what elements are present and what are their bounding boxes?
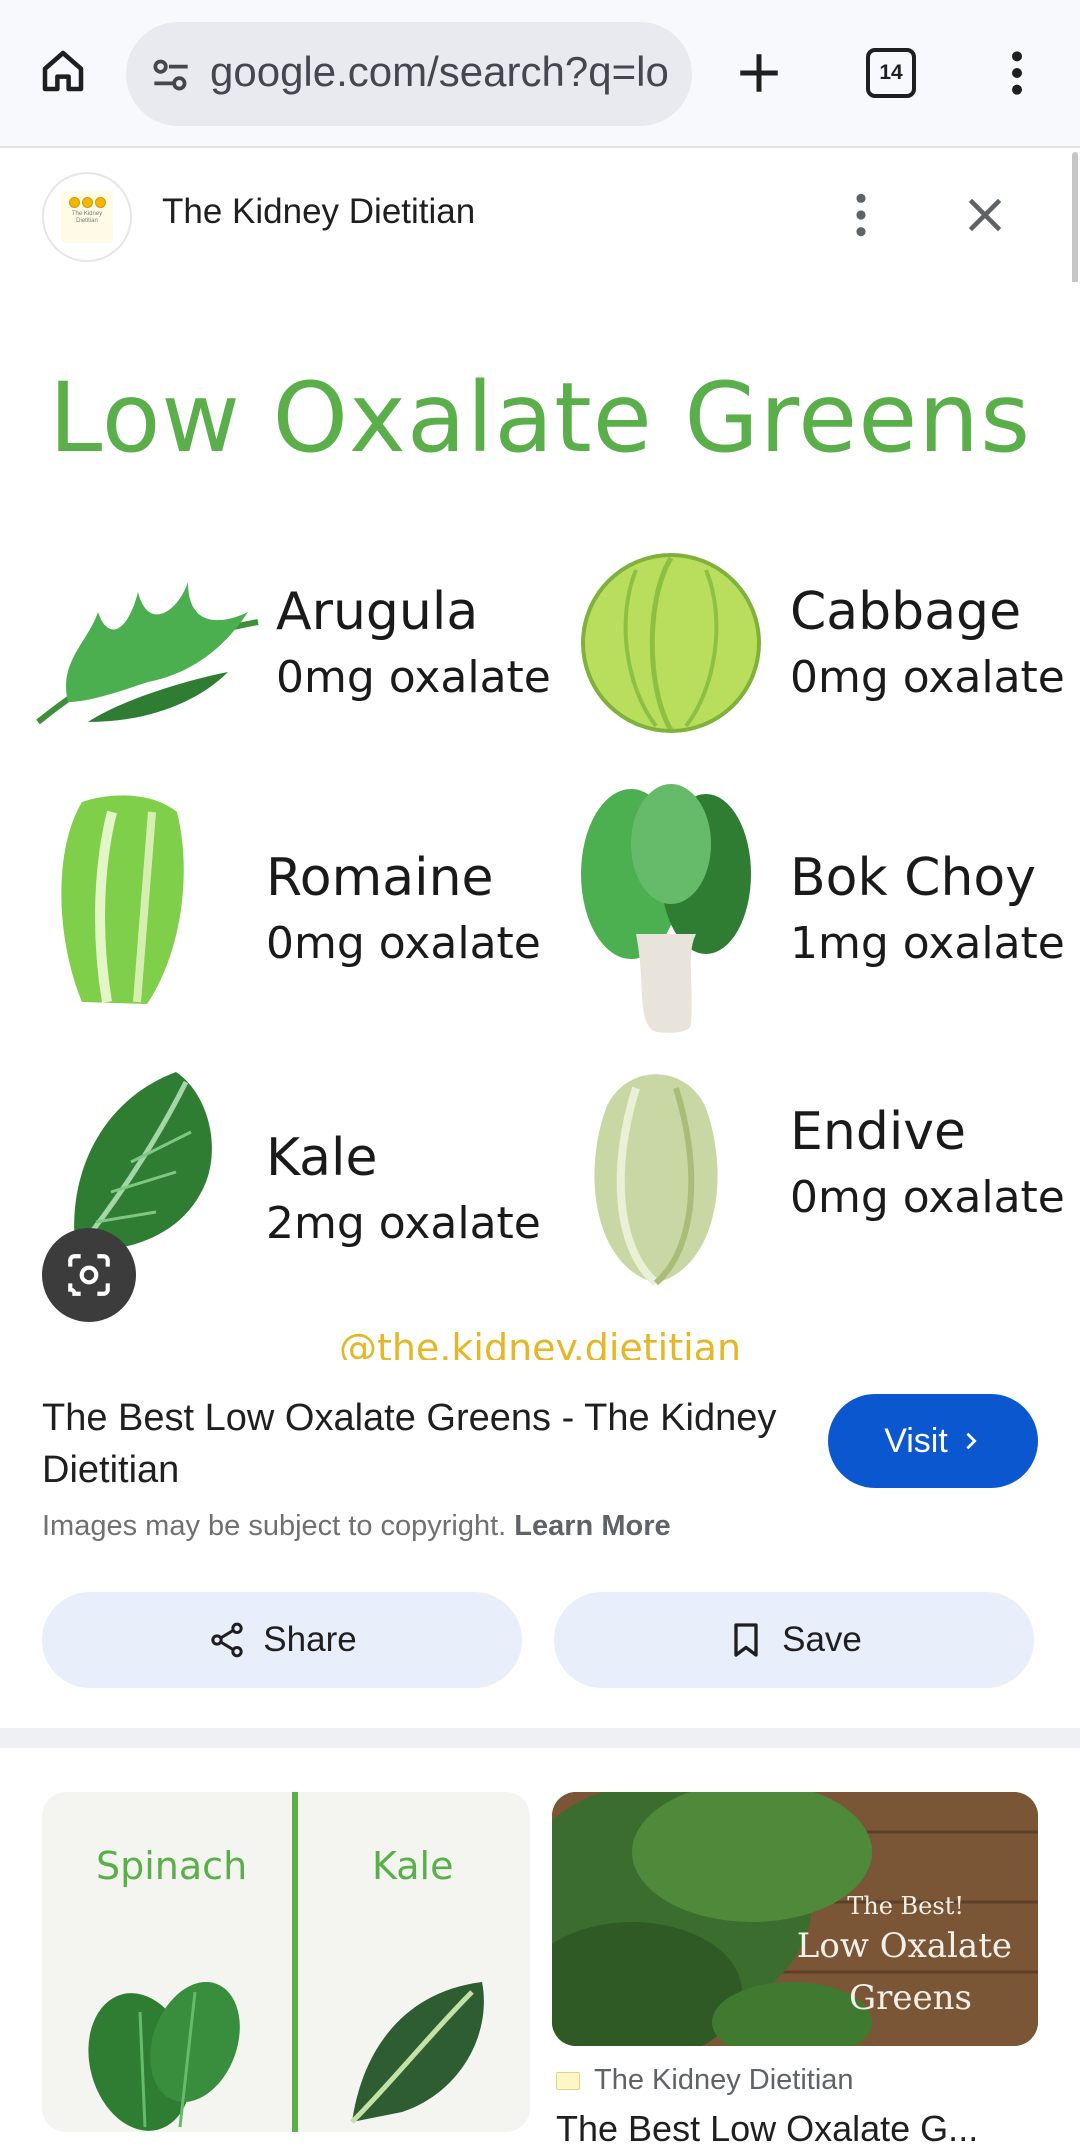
bookmark-icon bbox=[734, 1623, 758, 1657]
copyright-notice: Images may be subject to copyright. Lear… bbox=[42, 1510, 671, 1543]
save-button[interactable]: Save bbox=[554, 1592, 1034, 1688]
veg-name: Romaine bbox=[266, 848, 494, 908]
overlay-line2: Low Oxalate bbox=[796, 1926, 1012, 1966]
chevron-right-icon bbox=[966, 1432, 977, 1450]
card-label-spinach: Spinach bbox=[96, 1844, 248, 1888]
browser-toolbar: google.com/search?q=lo 14 bbox=[0, 0, 1080, 148]
cabbage-icon bbox=[581, 553, 761, 733]
bok-choy-icon bbox=[581, 784, 751, 1033]
tab-switcher-button[interactable]: 14 bbox=[866, 48, 916, 98]
related-image-card[interactable]: The Best! Low Oxalate Greens bbox=[552, 1792, 1038, 2046]
veg-oxalate: 0mg oxalate bbox=[266, 918, 541, 969]
veg-oxalate: 1mg oxalate bbox=[790, 918, 1065, 969]
share-icon bbox=[211, 1622, 243, 1658]
veg-name: Arugula bbox=[276, 582, 479, 642]
more-options-icon[interactable] bbox=[1002, 48, 1032, 98]
veg-oxalate: 0mg oxalate bbox=[276, 652, 551, 703]
lens-search-button[interactable] bbox=[42, 1228, 136, 1322]
related-image-card[interactable]: Spinach Kale bbox=[42, 1792, 530, 2132]
veg-name: Bok Choy bbox=[790, 848, 1036, 908]
spinach-leaf-icon bbox=[88, 1981, 240, 2131]
result-title[interactable]: The Best Low Oxalate Greens - The Kidney… bbox=[42, 1392, 782, 1496]
learn-more-link[interactable]: Learn More bbox=[514, 1510, 670, 1542]
related-source-name: The Kidney Dietitian bbox=[594, 2064, 854, 2096]
new-tab-icon[interactable] bbox=[734, 48, 784, 98]
source-favicon[interactable]: The Kidney Dietitian bbox=[42, 172, 132, 262]
copyright-text: Images may be subject to copyright. bbox=[42, 1510, 507, 1542]
source-favicon bbox=[556, 2071, 580, 2090]
veg-oxalate: 2mg oxalate bbox=[266, 1198, 541, 1249]
source-more-icon[interactable] bbox=[846, 190, 876, 240]
favicon-logo: The Kidney Dietitian bbox=[61, 191, 113, 243]
share-button[interactable]: Share bbox=[42, 1592, 522, 1688]
overlay-line3: Greens bbox=[848, 1978, 972, 2018]
preview-image[interactable]: Low Oxalate Greens Arugula 0mg oxalate C… bbox=[0, 282, 1080, 1360]
visit-label: Visit bbox=[884, 1421, 948, 1460]
related-title[interactable]: The Best Low Oxalate G... bbox=[556, 2108, 978, 2150]
related-source[interactable]: The Kidney Dietitian bbox=[556, 2064, 854, 2097]
veg-name: Cabbage bbox=[790, 582, 1022, 642]
endive-icon bbox=[594, 1074, 718, 1287]
share-label: Share bbox=[263, 1620, 357, 1659]
save-label: Save bbox=[782, 1620, 862, 1659]
url-text[interactable]: google.com/search?q=lo bbox=[210, 48, 670, 96]
home-icon[interactable] bbox=[36, 44, 90, 98]
veg-oxalate: 0mg oxalate bbox=[790, 1172, 1065, 1223]
veg-oxalate: 0mg oxalate bbox=[790, 652, 1065, 703]
visit-button[interactable]: Visit bbox=[828, 1394, 1038, 1488]
address-bar[interactable]: google.com/search?q=lo bbox=[126, 22, 692, 126]
veg-name: Kale bbox=[266, 1128, 378, 1188]
romaine-icon bbox=[61, 795, 184, 1004]
image-title: Low Oxalate Greens bbox=[48, 362, 1032, 474]
site-settings-icon[interactable] bbox=[146, 50, 196, 100]
arugula-leaf-icon bbox=[36, 582, 259, 725]
card-label-kale: Kale bbox=[372, 1844, 454, 1888]
divider-line bbox=[292, 1792, 298, 2132]
veg-name: Endive bbox=[790, 1102, 967, 1162]
image-watermark-handle: @the.kidney.dietitian bbox=[338, 1326, 742, 1360]
tab-count: 14 bbox=[866, 48, 916, 98]
source-name[interactable]: The Kidney Dietitian bbox=[162, 192, 475, 232]
overlay-line1: The Best! bbox=[847, 1892, 964, 1920]
google-lens-icon bbox=[68, 1254, 110, 1296]
close-icon[interactable] bbox=[960, 190, 1010, 240]
section-divider bbox=[0, 1728, 1080, 1748]
image-source-header: The Kidney Dietitian The Kidney Dietitia… bbox=[0, 150, 1080, 280]
kale-leaf-icon bbox=[350, 1982, 484, 2124]
